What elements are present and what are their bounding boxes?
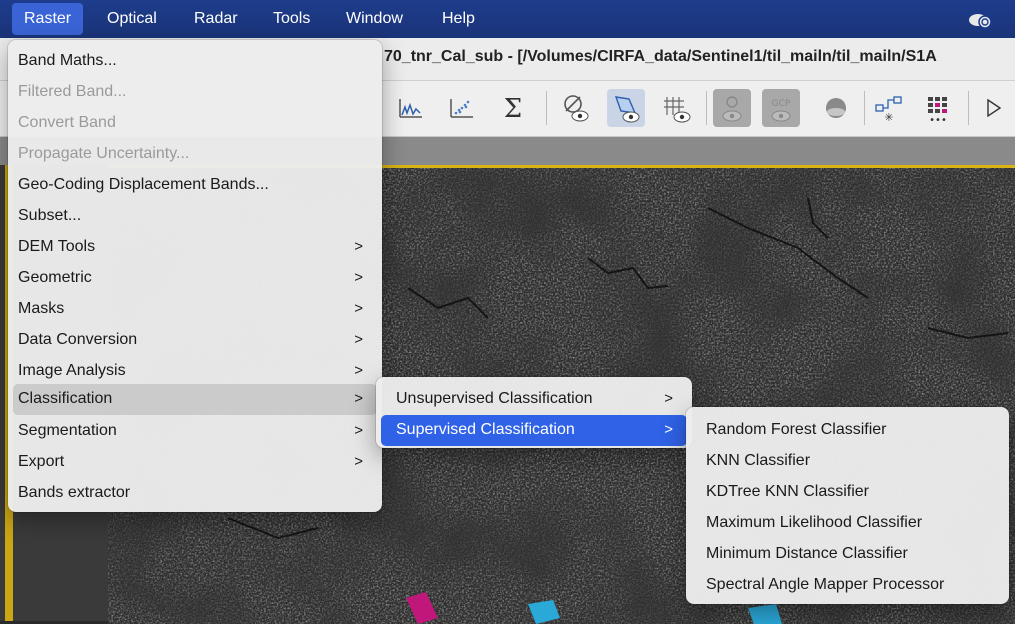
menu-item-subset[interactable]: Subset... (13, 201, 377, 232)
pin-visibility-icon[interactable] (607, 89, 645, 127)
svg-text:✳: ✳ (884, 111, 893, 124)
grid-visibility-icon[interactable] (658, 89, 696, 127)
system-menu-bar: Raster Optical Radar Tools Window Help (0, 0, 1015, 38)
supervised-classification-submenu: Random Forest Classifier KNN Classifier … (686, 407, 1009, 604)
window-title: 70_tnr_Cal_sub - [/Volumes/CIRFA_data/Se… (384, 48, 937, 65)
menu-item-segmentation[interactable]: Segmentation > (13, 416, 377, 447)
menu-item-label: Filtered Band... (18, 83, 127, 100)
menu-help[interactable]: Help (430, 0, 487, 38)
menu-item-data-conversion[interactable]: Data Conversion > (13, 325, 377, 356)
classification-submenu: Unsupervised Classification > Supervised… (376, 377, 692, 448)
menu-item-label: Export (18, 453, 65, 470)
menu-item-filtered-band: Filtered Band... (13, 77, 377, 108)
menu-item-label: Random Forest Classifier (706, 421, 887, 438)
menu-item-image-analysis[interactable]: Image Analysis > (13, 356, 377, 387)
menu-item-label: Geometric (18, 269, 92, 286)
menu-item-maximum-likelihood[interactable]: Maximum Likelihood Classifier (691, 508, 1004, 539)
toolbar-separator (968, 91, 969, 125)
menu-item-band-maths[interactable]: Band Maths... (13, 46, 377, 77)
toolbar-separator (864, 91, 865, 125)
menu-item-minimum-distance[interactable]: Minimum Distance Classifier (691, 539, 1004, 570)
spectrum-icon[interactable] (392, 89, 430, 127)
creative-cloud-icon[interactable] (967, 9, 993, 29)
menu-item-geometric[interactable]: Geometric > (13, 263, 377, 294)
gcp-text: GCP (772, 99, 791, 109)
menu-item-label: Bands extractor (18, 484, 131, 501)
raster-menu: Band Maths... Filtered Band... Convert B… (8, 40, 382, 512)
chevron-right-icon: > (354, 300, 363, 317)
gcp-icon[interactable]: GCP (762, 89, 800, 127)
menu-item-label: Classification (18, 390, 113, 407)
sigma-icon[interactable]: Σ (494, 89, 532, 127)
menu-window[interactable]: Window (334, 0, 415, 38)
menu-item-label: Maximum Likelihood Classifier (706, 514, 923, 531)
menu-item-convert-band: Convert Band (13, 108, 377, 139)
menu-item-label: Masks (18, 300, 65, 317)
menu-item-propagate-uncertainty: Propagate Uncertainty... (13, 139, 377, 170)
chevron-right-icon: > (354, 269, 363, 286)
menu-item-label: Minimum Distance Classifier (706, 545, 908, 562)
toolbar-separator (546, 91, 547, 125)
chevron-right-icon: > (354, 390, 363, 407)
eye-disabled-icon[interactable] (713, 89, 751, 127)
menu-item-masks[interactable]: Masks > (13, 294, 377, 325)
select-tool-icon[interactable] (974, 89, 1012, 127)
menu-item-label: Convert Band (18, 114, 116, 131)
sigma-glyph: Σ (504, 94, 522, 124)
chevron-right-icon: > (354, 453, 363, 470)
menu-item-label: Geo-Coding Displacement Bands... (18, 176, 269, 193)
menu-item-label: KNN Classifier (706, 452, 811, 469)
no-visibility-icon[interactable] (556, 89, 594, 127)
menu-item-supervised-classification[interactable]: Supervised Classification > (381, 415, 687, 446)
sphere-icon[interactable] (817, 89, 855, 127)
menu-item-label: Band Maths... (18, 52, 117, 69)
menu-item-kdtree-knn[interactable]: KDTree KNN Classifier (691, 477, 1004, 508)
toolbar-separator (706, 91, 707, 125)
menu-item-label: Data Conversion (18, 331, 138, 348)
menu-item-label: Image Analysis (18, 362, 126, 379)
menu-item-geo-coding-displacement[interactable]: Geo-Coding Displacement Bands... (13, 170, 377, 201)
menu-item-label: DEM Tools (18, 238, 96, 255)
menu-optical[interactable]: Optical (95, 0, 169, 38)
menu-item-dem-tools[interactable]: DEM Tools > (13, 232, 377, 263)
menu-item-spectral-angle-mapper[interactable]: Spectral Angle Mapper Processor (691, 570, 1004, 601)
matrix-icon[interactable]: ••• (919, 89, 957, 127)
menu-raster[interactable]: Raster (12, 3, 84, 35)
menu-item-label: Propagate Uncertainty... (18, 145, 190, 162)
chevron-right-icon: > (664, 390, 673, 407)
menu-tools[interactable]: Tools (261, 0, 322, 38)
graph-icon[interactable]: ✳ (870, 89, 908, 127)
chevron-right-icon: > (354, 422, 363, 439)
chevron-right-icon: > (664, 421, 673, 438)
menu-item-label: Subset... (18, 207, 82, 224)
menu-item-label: Segmentation (18, 422, 117, 439)
menu-item-random-forest[interactable]: Random Forest Classifier (691, 415, 1004, 446)
menu-item-label: Supervised Classification (396, 421, 575, 438)
chevron-right-icon: > (354, 331, 363, 348)
menu-item-label: Unsupervised Classification (396, 390, 593, 407)
menu-item-export[interactable]: Export > (13, 447, 377, 478)
menu-item-knn[interactable]: KNN Classifier (691, 446, 1004, 477)
menu-item-unsupervised-classification[interactable]: Unsupervised Classification > (381, 384, 687, 415)
menu-item-classification[interactable]: Classification > (13, 384, 377, 415)
menu-item-bands-extractor[interactable]: Bands extractor (13, 478, 377, 509)
menu-item-label: KDTree KNN Classifier (706, 483, 869, 500)
svg-text:•••: ••• (929, 115, 947, 126)
chevron-right-icon: > (354, 238, 363, 255)
scatter-plot-icon[interactable] (443, 89, 481, 127)
chevron-right-icon: > (354, 362, 363, 379)
menu-radar[interactable]: Radar (182, 0, 250, 38)
menu-item-label: Spectral Angle Mapper Processor (706, 576, 945, 593)
